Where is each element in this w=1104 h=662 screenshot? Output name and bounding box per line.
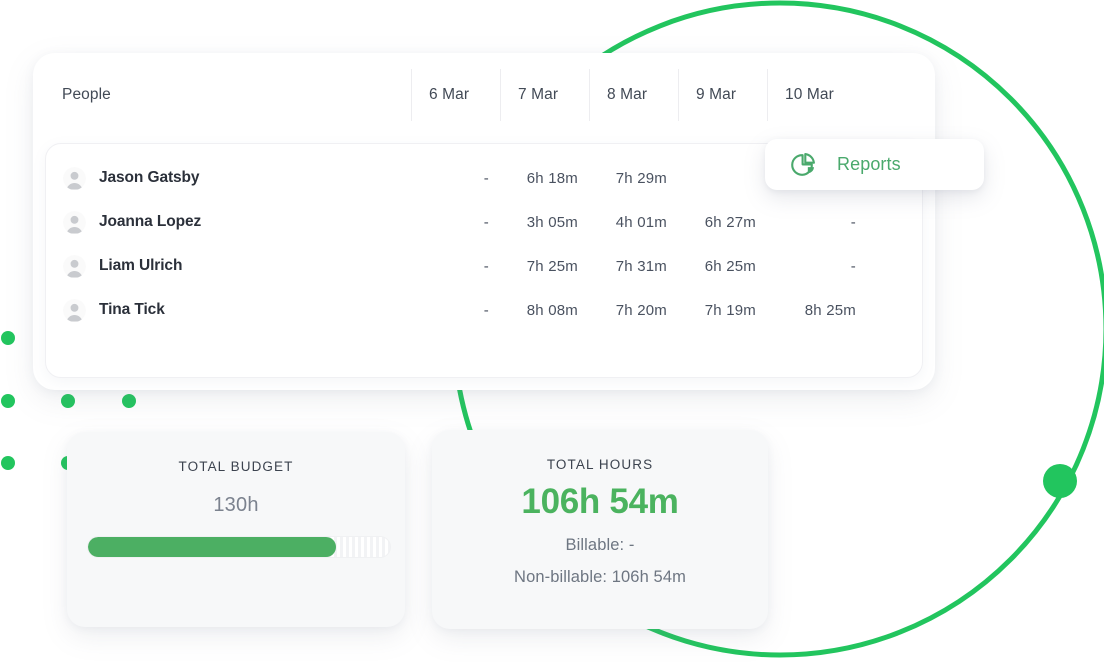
hours-cell: 6h 27m — [704, 213, 756, 231]
person-name: Liam Ulrich — [99, 257, 183, 274]
column-header-date-2: 8 Mar — [589, 69, 678, 121]
person-cell: Liam Ulrich — [46, 254, 412, 278]
hours-cell: 8h 08m — [526, 301, 578, 319]
hours-cell: 4h 01m — [615, 213, 667, 231]
table-row[interactable]: Joanna Lopez - 3h 05m 4h 01m 6h 27m - — [46, 200, 922, 244]
column-header-date-1: 7 Mar — [500, 69, 589, 121]
total-budget-title: TOTAL BUDGET — [178, 459, 294, 474]
budget-progress-fill — [88, 537, 336, 557]
person-cell: Joanna Lopez — [46, 210, 412, 234]
hours-cell: 7h 20m — [615, 301, 667, 319]
pie-chart-icon — [791, 152, 817, 178]
budget-progress-bar — [87, 536, 391, 558]
column-header-date-4: 10 Mar — [767, 69, 875, 121]
hours-cell: - — [483, 169, 489, 187]
reports-button[interactable]: Reports — [765, 139, 984, 190]
person-name: Joanna Lopez — [99, 213, 202, 230]
circle-progress-knob — [1043, 464, 1077, 498]
total-budget-card: TOTAL BUDGET 130h — [67, 432, 405, 627]
column-header-date-3: 9 Mar — [678, 69, 767, 121]
hours-cell: - — [850, 213, 856, 231]
hours-cell: 6h 25m — [704, 257, 756, 275]
person-cell: Tina Tick — [46, 298, 412, 322]
hours-cell: 8h 25m — [804, 301, 856, 319]
hours-cell: 7h 25m — [526, 257, 578, 275]
user-avatar-icon — [63, 254, 86, 278]
hours-cell: - — [850, 257, 856, 275]
hours-cell: 6h 18m — [526, 169, 578, 187]
total-budget-value: 130h — [213, 494, 259, 516]
hours-cell: - — [483, 257, 489, 275]
hours-cell: 7h 29m — [615, 169, 667, 187]
hours-cell: - — [483, 213, 489, 231]
hours-cell: 7h 19m — [704, 301, 756, 319]
reports-label: Reports — [837, 154, 901, 174]
hours-cell: 3h 05m — [526, 213, 578, 231]
table-row[interactable]: Tina Tick - 8h 08m 7h 20m 7h 19m 8h 25m — [46, 288, 922, 332]
hours-cell: 7h 31m — [615, 257, 667, 275]
table-header-row: People 6 Mar 7 Mar 8 Mar 9 Mar 10 Mar — [33, 53, 935, 137]
hours-cell: - — [483, 301, 489, 319]
person-cell: Jason Gatsby — [46, 166, 412, 190]
total-hours-title: TOTAL HOURS — [546, 457, 654, 472]
user-avatar-icon — [63, 166, 86, 190]
billable-hours: Billable: - — [565, 536, 635, 554]
user-avatar-icon — [63, 298, 86, 322]
column-header-people: People — [62, 86, 111, 103]
timesheet-table-card: People 6 Mar 7 Mar 8 Mar 9 Mar 10 Mar Ja… — [33, 53, 935, 390]
user-avatar-icon — [63, 210, 86, 234]
person-name: Tina Tick — [99, 301, 165, 318]
column-header-date-0: 6 Mar — [411, 69, 500, 121]
total-hours-value: 106h 54m — [521, 482, 679, 521]
table-row[interactable]: Liam Ulrich - 7h 25m 7h 31m 6h 25m - — [46, 244, 922, 288]
total-hours-card: TOTAL HOURS 106h 54m Billable: - Non-bil… — [432, 430, 768, 629]
person-name: Jason Gatsby — [99, 169, 200, 186]
app-canvas: People 6 Mar 7 Mar 8 Mar 9 Mar 10 Mar Ja… — [0, 0, 1104, 662]
non-billable-hours: Non-billable: 106h 54m — [514, 568, 686, 586]
